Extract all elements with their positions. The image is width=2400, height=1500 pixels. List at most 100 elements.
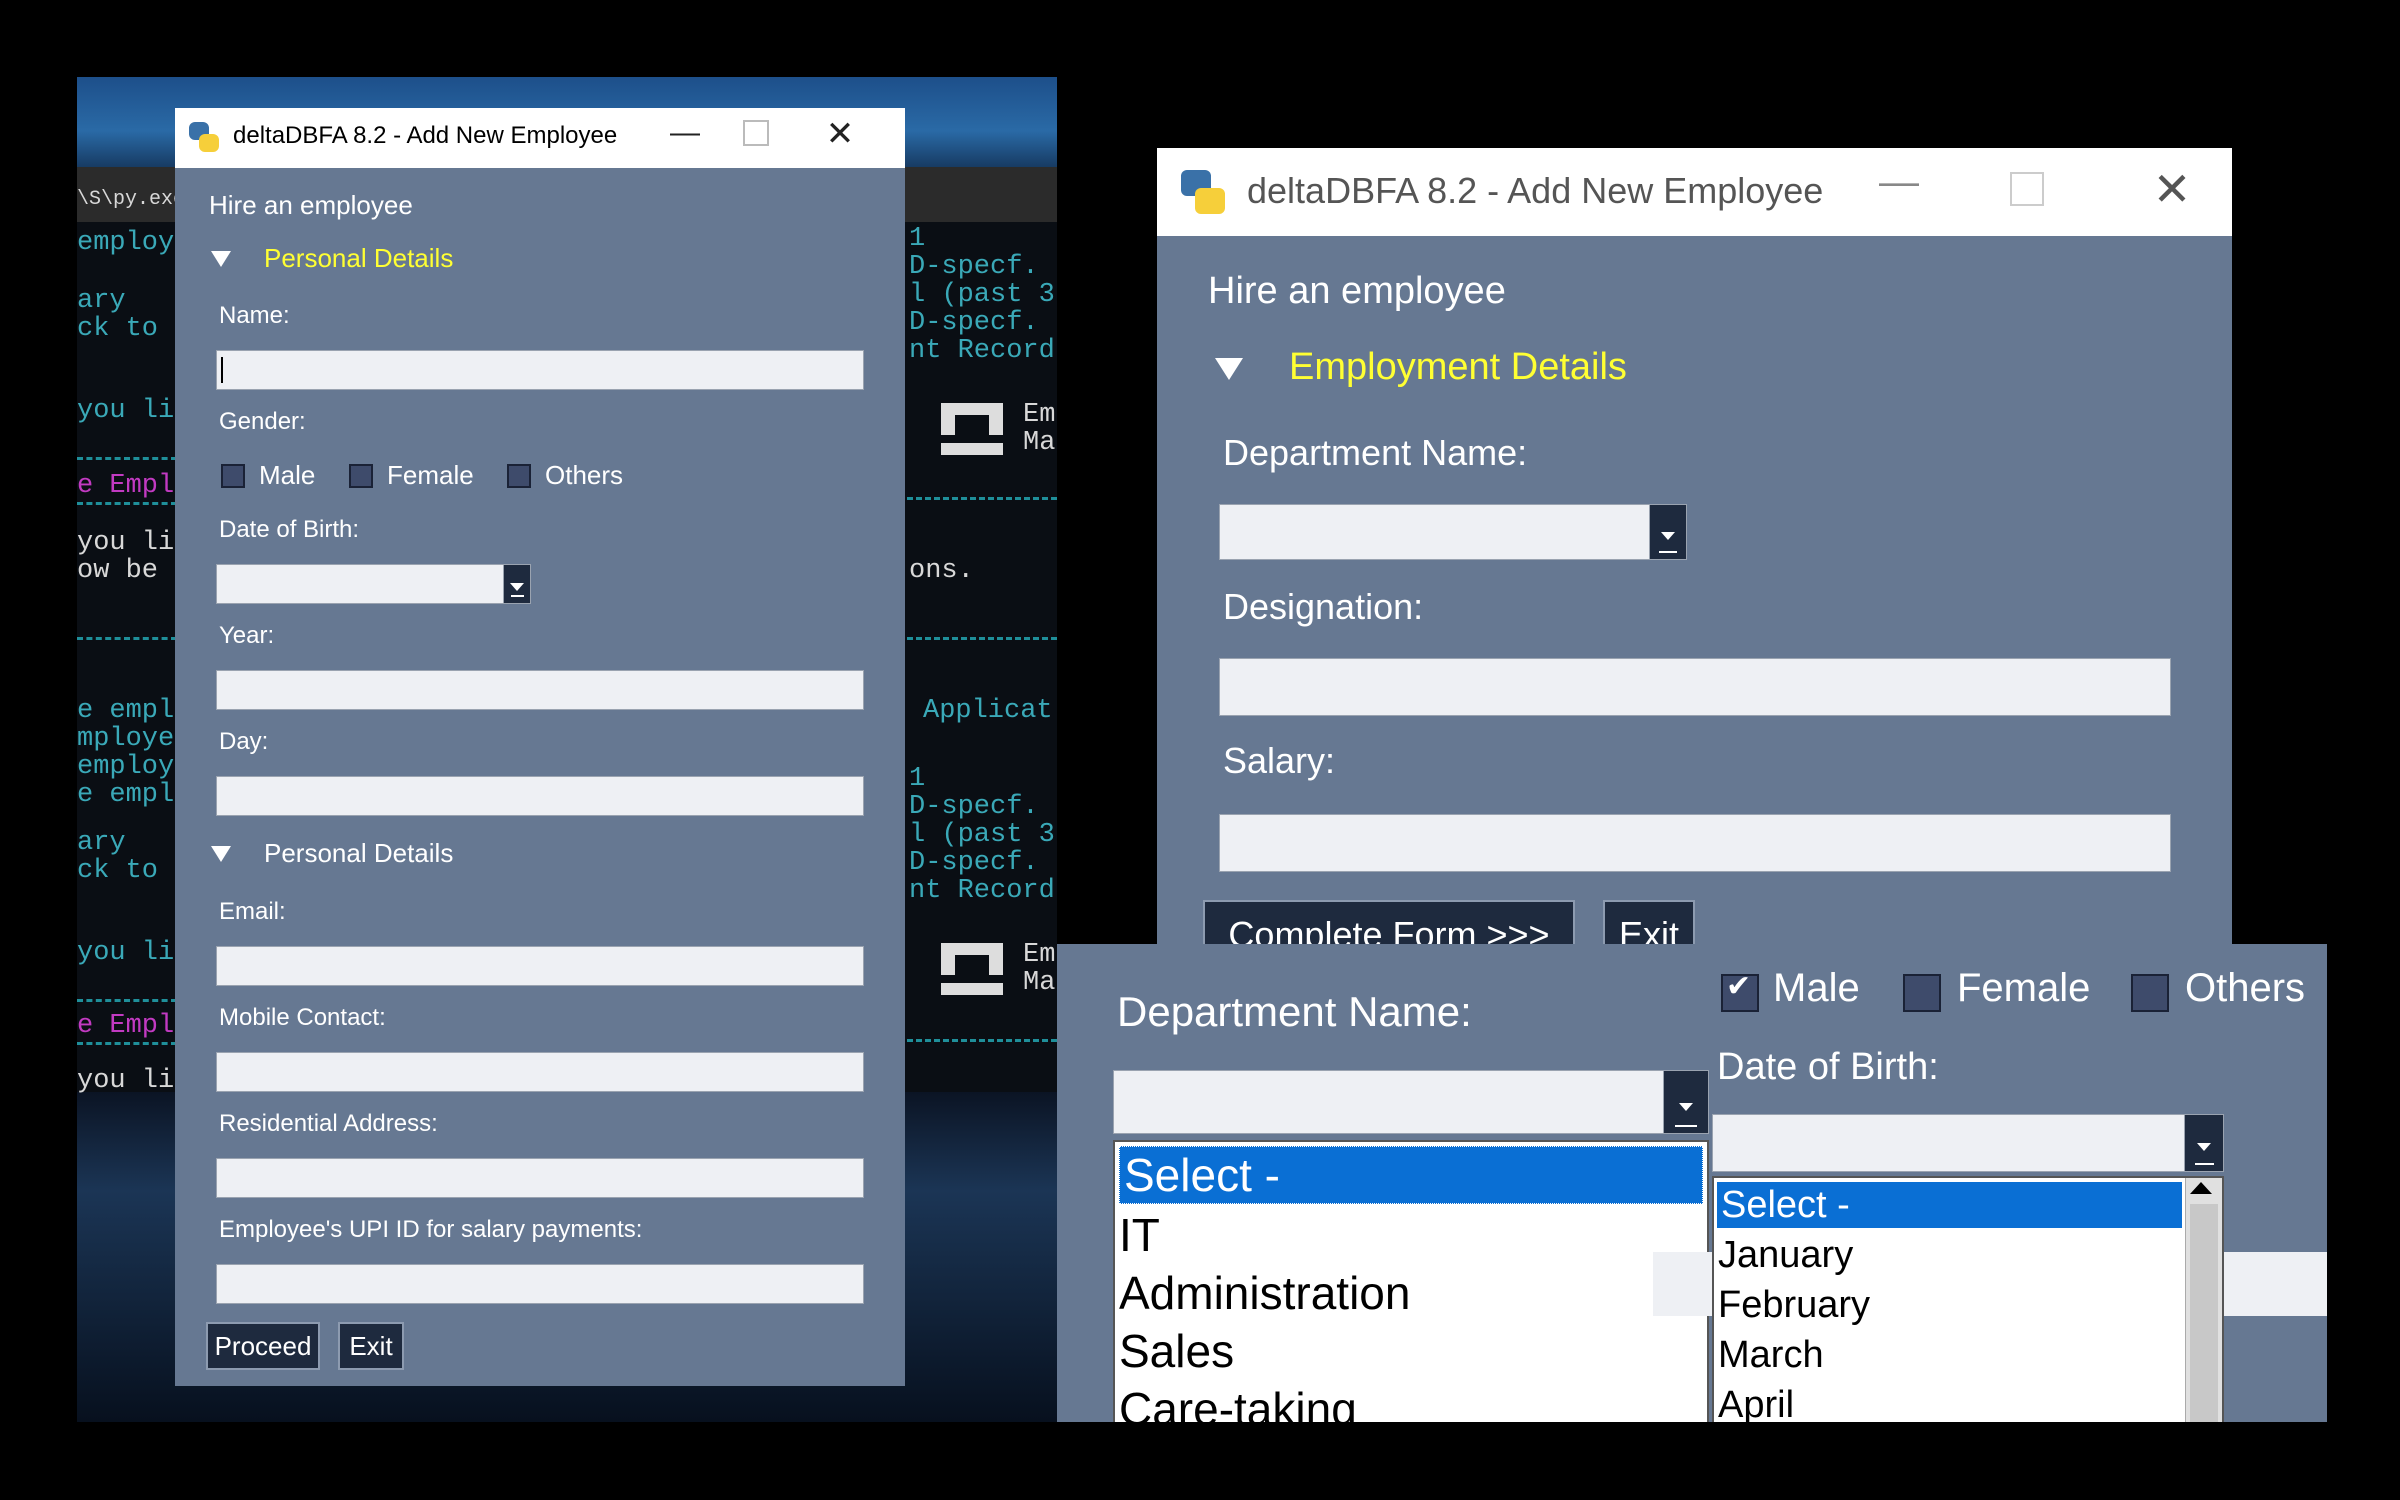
department-select[interactable]	[1219, 504, 1687, 560]
terminal-line: Ma	[1023, 428, 1056, 458]
terminal-line: ary	[77, 828, 126, 858]
salary-input[interactable]	[1219, 814, 2171, 872]
terminal-path: \S\py.exe	[77, 188, 186, 211]
mobile-input[interactable]	[216, 1052, 864, 1092]
close-icon[interactable]: ✕	[2142, 162, 2202, 216]
chevron-down-icon[interactable]	[2184, 1115, 2223, 1171]
terminal-line: nt Record	[909, 336, 1055, 366]
terminal-line: ow be c	[77, 556, 191, 586]
terminal-line: ck to D	[77, 856, 191, 886]
department-option[interactable]: Care-taking	[1115, 1380, 1707, 1422]
terminal-line: mployee	[77, 724, 191, 754]
terminal-line: D-specf.	[909, 848, 1039, 878]
section-contact-details[interactable]: Personal Details	[264, 838, 453, 869]
exit-button[interactable]: Exit	[1603, 900, 1695, 944]
upi-label: Employee's UPI ID for salary payments:	[219, 1216, 643, 1243]
name-input[interactable]	[216, 350, 864, 390]
terminal-line: employ	[77, 752, 175, 782]
collapse-caret-icon[interactable]	[1215, 358, 1243, 380]
designation-label: Designation:	[1223, 586, 1424, 627]
email-label: Email:	[219, 898, 286, 925]
close-icon[interactable]: ✕	[815, 114, 865, 154]
department-select[interactable]	[1113, 1070, 1709, 1134]
email-input[interactable]	[216, 946, 864, 986]
terminal-line: 1	[909, 224, 926, 254]
terminal-app-icon	[941, 403, 1003, 455]
gender-others-checkbox[interactable]	[2131, 974, 2169, 1012]
terminal-line: 1	[909, 764, 926, 794]
section-employment-details[interactable]: Employment Details	[1289, 346, 1627, 389]
gender-female-checkbox[interactable]	[1903, 974, 1941, 1012]
terminal-line: e emplo	[77, 696, 191, 726]
designation-input[interactable]	[1219, 658, 2171, 716]
maximize-icon[interactable]	[2010, 172, 2044, 206]
department-option[interactable]: IT	[1115, 1206, 1707, 1264]
window-title: deltaDBFA 8.2 - Add New Employee	[233, 122, 618, 149]
address-label: Residential Address:	[219, 1110, 438, 1137]
collapse-caret-icon[interactable]	[211, 846, 231, 862]
month-option[interactable]: February	[1714, 1280, 2182, 1330]
form-heading: Hire an employee	[209, 190, 413, 220]
terminal-line: Applicat	[923, 696, 1053, 726]
window-titlebar[interactable]: deltaDBFA 8.2 - Add New Employee — ✕	[175, 108, 905, 168]
month-list-scrollbar[interactable]	[2185, 1178, 2222, 1422]
collapse-caret-icon[interactable]	[211, 251, 231, 267]
gender-male-label: Male	[259, 460, 316, 490]
terminal-line: Em	[1023, 400, 1056, 430]
gender-male-checkbox[interactable]	[1721, 969, 1759, 1012]
year-label: Year:	[219, 622, 275, 649]
month-option[interactable]: January	[1714, 1230, 2182, 1280]
month-option[interactable]: April	[1714, 1380, 2182, 1422]
day-input[interactable]	[216, 776, 864, 816]
month-dropdown-list[interactable]: Select - January February March April	[1712, 1176, 2224, 1422]
chevron-down-icon[interactable]	[1663, 1071, 1708, 1133]
dob-month-select[interactable]	[216, 564, 531, 604]
chevron-down-icon[interactable]	[1649, 505, 1686, 559]
chevron-down-icon[interactable]	[503, 565, 530, 603]
gender-male-checkbox[interactable]	[221, 464, 245, 488]
gender-others-label: Others	[545, 460, 624, 490]
scroll-up-arrow-icon[interactable]	[2190, 1182, 2212, 1194]
department-option[interactable]: Sales	[1115, 1322, 1707, 1380]
gender-female-checkbox[interactable]	[349, 464, 373, 488]
department-option[interactable]: Select -	[1119, 1146, 1703, 1204]
python-icon	[1181, 170, 1225, 214]
maximize-icon[interactable]	[743, 120, 769, 146]
month-option[interactable]: Select -	[1717, 1182, 2182, 1228]
terminal-line: you lik	[77, 938, 191, 968]
scroll-thumb[interactable]	[2190, 1204, 2218, 1422]
minimize-icon[interactable]: —	[1869, 160, 1929, 205]
name-label: Name:	[219, 302, 290, 329]
dob-label: Date of Birth:	[1717, 1046, 1939, 1088]
dob-label: Date of Birth:	[219, 516, 360, 543]
terminal-line: D-specf.	[909, 252, 1039, 282]
terminal-line: e Emplo	[77, 471, 191, 501]
complete-form-button[interactable]: Complete Form >>>	[1203, 900, 1575, 944]
department-option[interactable]: Administration	[1115, 1264, 1707, 1322]
year-input[interactable]	[216, 670, 864, 710]
dob-month-select[interactable]	[1712, 1114, 2224, 1172]
gender-label: Gender:	[219, 408, 306, 435]
proceed-button[interactable]: Proceed	[206, 1322, 320, 1370]
month-option[interactable]: March	[1714, 1330, 2182, 1380]
terminal-line: e emplo	[77, 780, 191, 810]
terminal-line: D-specf.	[909, 792, 1039, 822]
salary-label: Salary:	[1223, 740, 1336, 781]
department-label: Department Name:	[1223, 432, 1528, 473]
terminal-line: you lik	[77, 1066, 191, 1096]
day-label: Day:	[219, 728, 269, 755]
exit-button[interactable]: Exit	[338, 1322, 404, 1370]
upi-input[interactable]	[216, 1264, 864, 1304]
address-input[interactable]	[216, 1158, 864, 1198]
terminal-line: nt Record	[909, 876, 1055, 906]
terminal-line: you lik	[77, 396, 191, 426]
gender-others-checkbox[interactable]	[507, 464, 531, 488]
department-dropdown-list[interactable]: Select - IT Administration Sales Care-ta…	[1113, 1140, 1709, 1422]
window-titlebar[interactable]: deltaDBFA 8.2 - Add New Employee — ✕	[1157, 148, 2232, 236]
window-title: deltaDBFA 8.2 - Add New Employee	[1247, 170, 1824, 211]
gender-female-label: Female	[1957, 966, 2091, 1010]
minimize-icon[interactable]: —	[655, 116, 715, 150]
section-personal-details[interactable]: Personal Details	[264, 243, 453, 274]
mobile-label: Mobile Contact:	[219, 1004, 386, 1031]
terminal-line: l (past 3	[909, 820, 1055, 850]
